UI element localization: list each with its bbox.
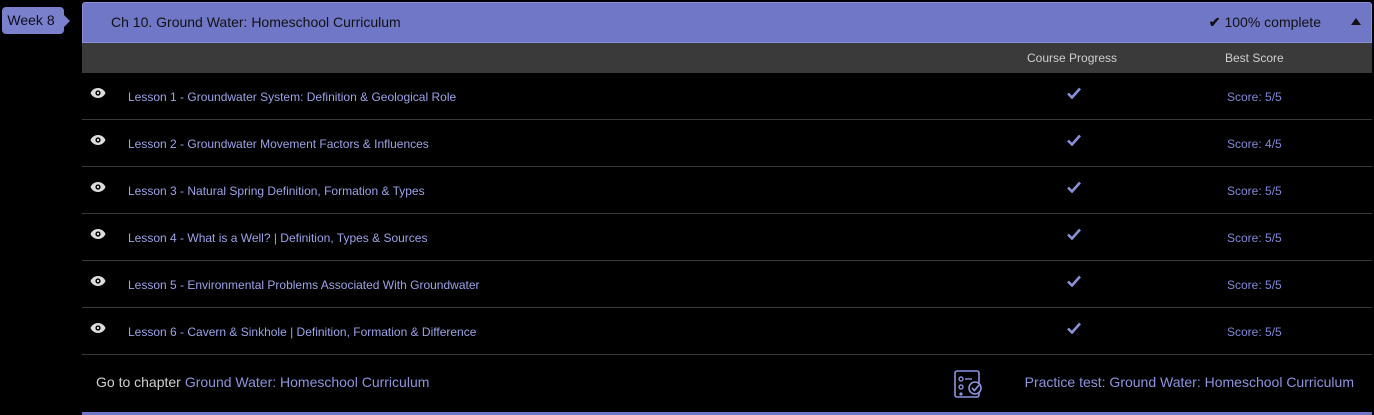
column-best-score: Best Score bbox=[1225, 51, 1284, 65]
checkmark-icon: ✔ bbox=[1208, 14, 1221, 30]
checkmark-icon bbox=[1067, 134, 1081, 146]
lesson-link[interactable]: Lesson 4 - What is a Well? | Definition,… bbox=[128, 231, 427, 245]
chapter-title: Ch 10. Ground Water: Homeschool Curricul… bbox=[111, 14, 401, 30]
eye-icon[interactable] bbox=[90, 87, 106, 99]
lesson-row[interactable]: Lesson 4 - What is a Well? | Definition,… bbox=[82, 214, 1372, 261]
practice-test-link[interactable]: Practice test: Ground Water: Homeschool … bbox=[1025, 374, 1354, 390]
eye-icon[interactable] bbox=[90, 181, 106, 193]
week-badge: Week 8 bbox=[2, 7, 70, 34]
checkmark-icon bbox=[1067, 87, 1081, 99]
lesson-link[interactable]: Lesson 6 - Cavern & Sinkhole | Definitio… bbox=[128, 325, 476, 339]
lesson-row[interactable]: Lesson 2 - Groundwater Movement Factors … bbox=[82, 120, 1372, 167]
lesson-row[interactable]: Lesson 5 - Environmental Problems Associ… bbox=[82, 261, 1372, 308]
lesson-score: Score: 4/5 bbox=[1227, 137, 1282, 151]
lesson-link[interactable]: Lesson 1 - Groundwater System: Definitio… bbox=[128, 90, 456, 104]
checkmark-icon bbox=[1067, 181, 1081, 193]
eye-icon[interactable] bbox=[90, 322, 106, 334]
checkmark-icon bbox=[1067, 322, 1081, 334]
lesson-row[interactable]: Lesson 6 - Cavern & Sinkhole | Definitio… bbox=[82, 308, 1372, 355]
lesson-score: Score: 5/5 bbox=[1227, 90, 1282, 104]
eye-icon[interactable] bbox=[90, 134, 106, 146]
go-to-chapter: Go to chapter Ground Water: Homeschool Cu… bbox=[96, 374, 429, 390]
lesson-score: Score: 5/5 bbox=[1227, 184, 1282, 198]
eye-icon[interactable] bbox=[90, 275, 106, 287]
checkmark-icon bbox=[1067, 275, 1081, 287]
eye-icon[interactable] bbox=[90, 228, 106, 240]
caret-up-icon[interactable] bbox=[1351, 18, 1361, 25]
completion-label: 100% complete bbox=[1224, 14, 1321, 30]
lesson-row[interactable]: Lesson 1 - Groundwater System: Definitio… bbox=[82, 73, 1372, 120]
column-course-progress: Course Progress bbox=[1027, 51, 1118, 65]
column-header-row: Course Progress Best Score bbox=[82, 43, 1372, 73]
chapter-panel: Ch 10. Ground Water: Homeschool Curricul… bbox=[82, 2, 1372, 415]
practice-test-icon[interactable] bbox=[952, 368, 984, 400]
lesson-link[interactable]: Lesson 2 - Groundwater Movement Factors … bbox=[128, 137, 429, 151]
chapter-footer: Go to chapter Ground Water: Homeschool Cu… bbox=[82, 355, 1372, 413]
lesson-score: Score: 5/5 bbox=[1227, 278, 1282, 292]
lesson-link[interactable]: Lesson 3 - Natural Spring Definition, Fo… bbox=[128, 184, 425, 198]
go-to-chapter-label: Go to chapter bbox=[96, 374, 181, 390]
chapter-header[interactable]: Ch 10. Ground Water: Homeschool Curricul… bbox=[82, 2, 1372, 43]
lesson-link[interactable]: Lesson 5 - Environmental Problems Associ… bbox=[128, 278, 480, 292]
lesson-row[interactable]: Lesson 3 - Natural Spring Definition, Fo… bbox=[82, 167, 1372, 214]
lesson-score: Score: 5/5 bbox=[1227, 231, 1282, 245]
lesson-score: Score: 5/5 bbox=[1227, 325, 1282, 339]
checkmark-icon bbox=[1067, 228, 1081, 240]
chapter-link[interactable]: Ground Water: Homeschool Curriculum bbox=[185, 374, 430, 390]
completion-status: ✔ 100% complete bbox=[1209, 14, 1321, 31]
